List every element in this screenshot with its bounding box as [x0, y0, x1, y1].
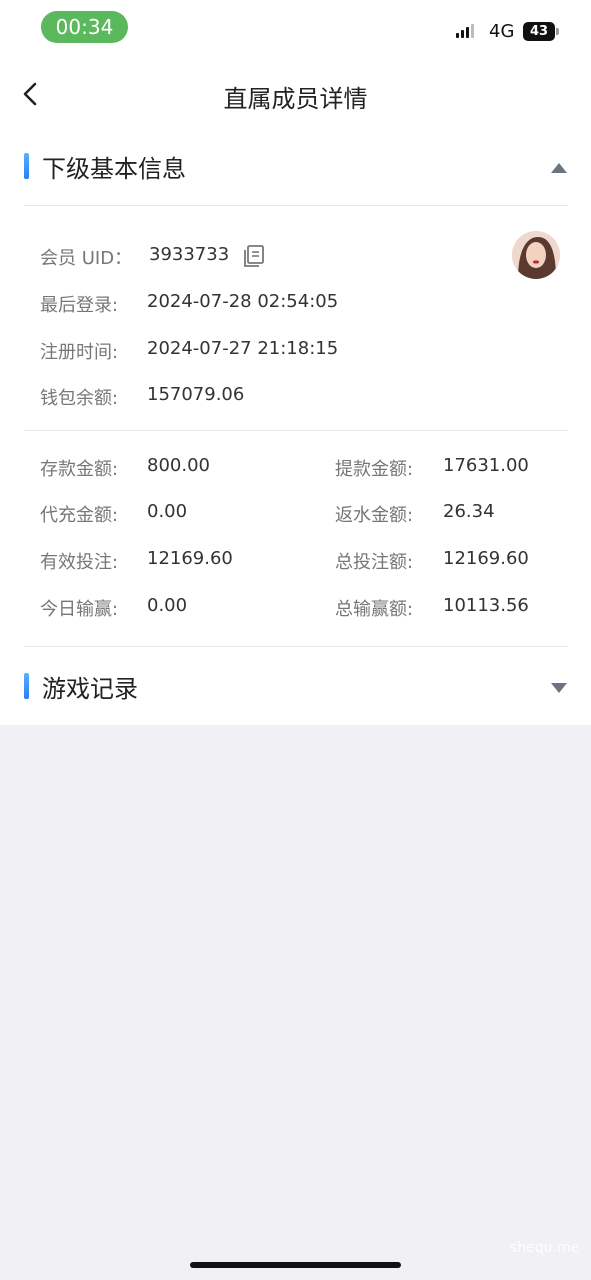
status-bar: 00:34 4G 43	[0, 0, 591, 55]
network-type: 4G	[489, 21, 515, 42]
deposit-label: 存款金额:	[40, 459, 119, 480]
total-winloss-value: 10113.56	[443, 595, 529, 616]
section-accent-bar	[24, 153, 29, 179]
today-winloss-label: 今日输赢:	[40, 599, 119, 620]
copy-icon[interactable]	[242, 244, 266, 268]
watermark: shequ.me	[510, 1240, 580, 1256]
rebate-value: 26.34	[443, 501, 495, 522]
battery-icon: 43	[523, 22, 555, 41]
avatar	[512, 231, 560, 279]
game-records-header[interactable]: 游戏记录	[24, 655, 568, 715]
total-bet-value: 12169.60	[443, 548, 529, 569]
withdraw-label: 提款金额:	[335, 459, 414, 480]
uid-label: 会员 UID：	[40, 248, 133, 269]
status-time: 00:34	[41, 11, 128, 43]
total-winloss-label: 总输赢额:	[335, 599, 414, 620]
member-detail-card: 下级基本信息 会员 UID： 3933733 最后登录: 2024-07-28 …	[0, 133, 591, 725]
withdraw-value: 17631.00	[443, 455, 529, 476]
home-indicator[interactable]	[190, 1262, 401, 1268]
today-winloss-value: 0.00	[147, 595, 188, 616]
deposit-value: 800.00	[147, 455, 210, 476]
battery-tip	[556, 28, 559, 35]
rebate-label: 返水金额:	[335, 505, 414, 526]
signal-icon	[456, 24, 474, 38]
last-login-label: 最后登录:	[40, 295, 119, 316]
last-login-value: 2024-07-28 02:54:05	[147, 291, 339, 312]
nav-bar: 直属成员详情	[0, 55, 591, 133]
game-records-title: 游戏记录	[42, 675, 138, 703]
divider	[24, 205, 568, 206]
wallet-balance-value: 157079.06	[147, 384, 245, 405]
triangle-up-icon[interactable]	[550, 159, 568, 173]
divider	[24, 646, 568, 647]
triangle-down-icon[interactable]	[550, 679, 568, 693]
page-title: 直属成员详情	[223, 85, 368, 113]
wallet-balance-label: 钱包余额:	[40, 388, 119, 409]
section-accent-bar	[24, 673, 29, 699]
basic-info-title: 下级基本信息	[42, 155, 186, 183]
uid-value: 3933733	[149, 244, 230, 265]
valid-bet-label: 有效投注:	[40, 552, 119, 573]
agent-recharge-value: 0.00	[147, 501, 188, 522]
agent-recharge-label: 代充金额:	[40, 505, 119, 526]
valid-bet-value: 12169.60	[147, 548, 233, 569]
register-time-label: 注册时间:	[40, 342, 119, 363]
total-bet-label: 总投注额:	[335, 552, 414, 573]
divider	[24, 430, 568, 431]
register-time-value: 2024-07-27 21:18:15	[147, 338, 339, 359]
basic-info-header[interactable]: 下级基本信息	[24, 135, 568, 195]
